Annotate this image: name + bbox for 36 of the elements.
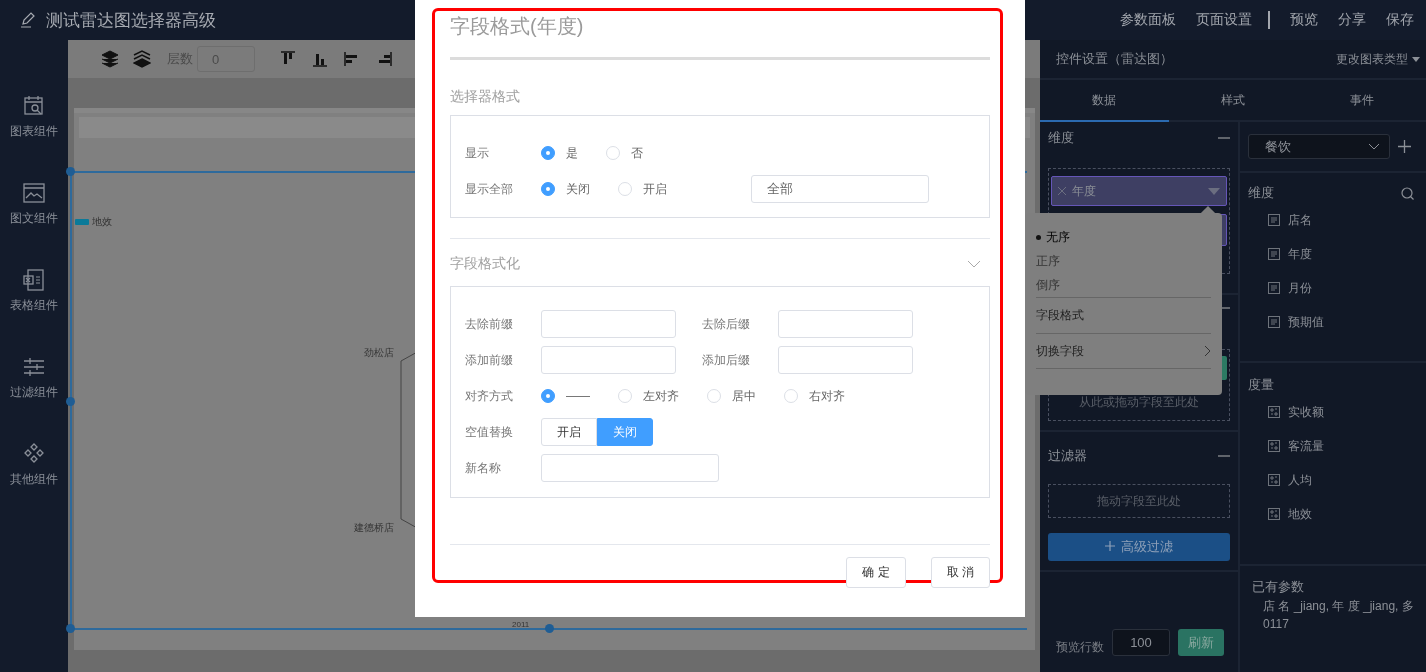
field-label: 空值替换 xyxy=(465,423,514,441)
section-title: 维度 xyxy=(1048,129,1074,147)
field-label: 显示 xyxy=(465,144,490,162)
field-label: 显示全部 xyxy=(465,180,514,198)
radio-label: —— xyxy=(566,389,590,403)
radio-label: 是 xyxy=(566,144,578,162)
preview-rows-label: 预览行数 xyxy=(1056,639,1104,656)
radio-label: 左对齐 xyxy=(643,387,679,405)
section-title: 过滤器 xyxy=(1048,447,1087,465)
section-title: 已有参数 xyxy=(1252,578,1305,596)
radio-label: 居中 xyxy=(732,387,756,405)
section-title: 度量 xyxy=(1248,376,1274,394)
axis-label: 2011 xyxy=(512,620,530,629)
param-text: 店 名 _jiang, 年 度 _jiang, 多 xyxy=(1262,598,1415,615)
field-label: 添加前缀 xyxy=(465,351,514,369)
drop-hint: 拖动字段至此处 xyxy=(1096,492,1182,510)
section-title: 字段格式化 xyxy=(450,255,520,273)
section-title: 维度 xyxy=(1248,184,1274,202)
legend-label: 地效 xyxy=(92,215,112,229)
radio-label: 开启 xyxy=(643,180,667,198)
field-label: 新名称 xyxy=(465,459,502,477)
field-label: 对齐方式 xyxy=(465,387,514,405)
section-title: 选择器格式 xyxy=(450,88,521,106)
param-text: 0117 xyxy=(1262,617,1290,631)
dialog-title: 字段格式(年度) xyxy=(450,14,585,39)
radio-label: 否 xyxy=(631,144,643,162)
page-title: 测试雷达图选择器高级 xyxy=(46,9,216,32)
field-label: 去除后缀 xyxy=(702,315,751,333)
panel-title: 控件设置（雷达图） xyxy=(1056,50,1173,68)
field-label: 去除前缀 xyxy=(465,315,514,333)
radio-label: 右对齐 xyxy=(809,387,845,405)
drop-hint: 从此或拖动字段至此处 xyxy=(1078,394,1200,411)
radar-label: 建德桥店 xyxy=(354,521,394,535)
radar-label: 劲松店 xyxy=(364,346,394,360)
radio-label: 关闭 xyxy=(566,180,590,198)
field-label: 添加后缀 xyxy=(702,351,751,369)
